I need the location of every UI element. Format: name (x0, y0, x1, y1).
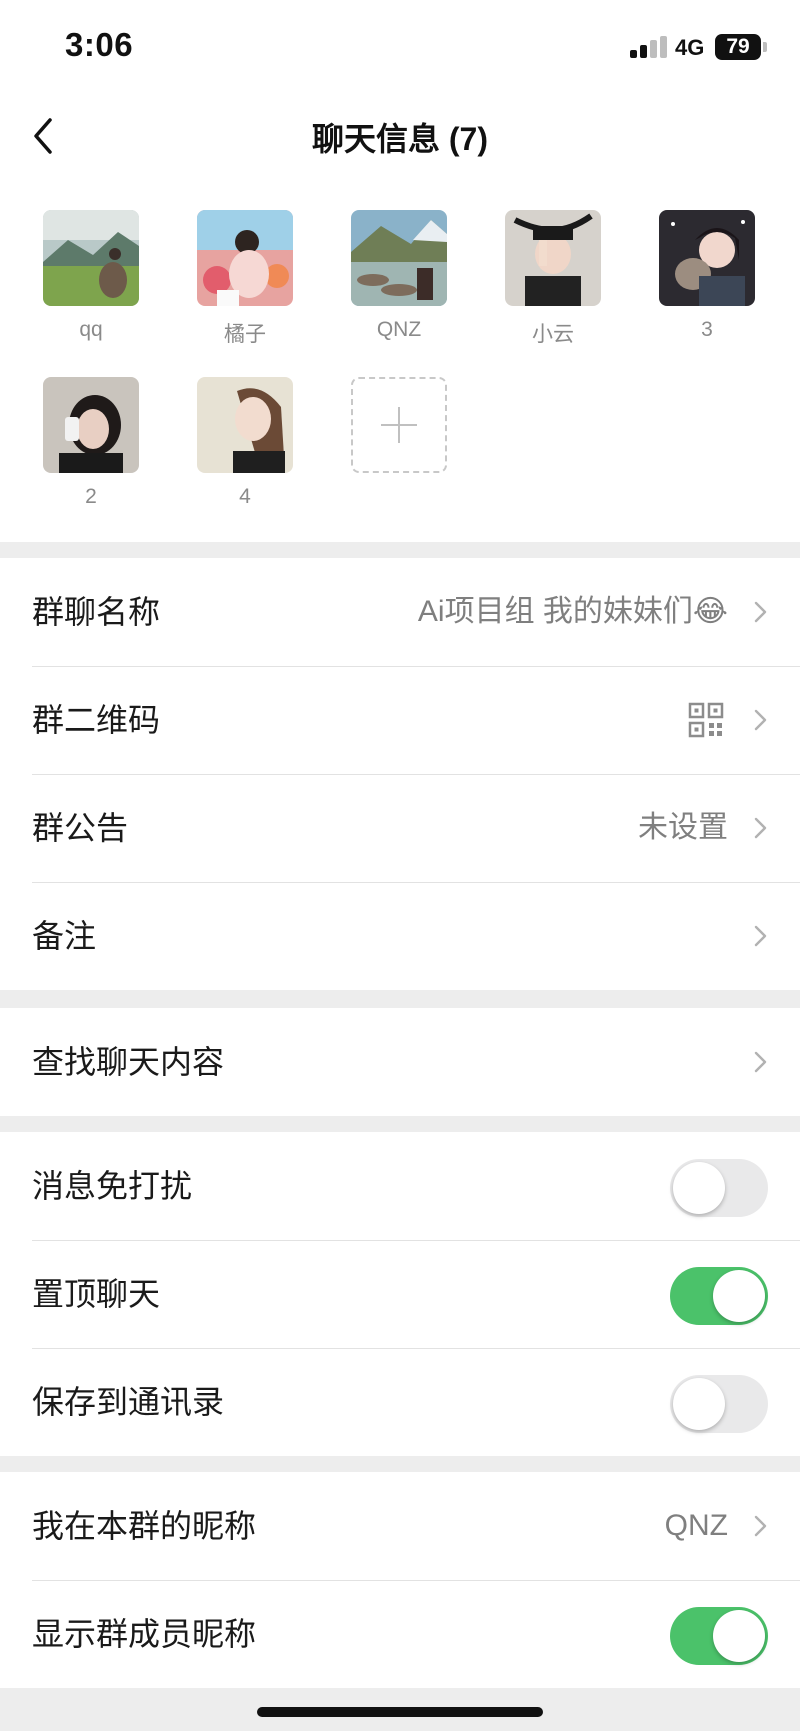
search-chat-label: 查找聊天内容 (32, 1044, 225, 1080)
show-nicknames-toggle[interactable] (670, 1607, 768, 1665)
add-member-button[interactable] (339, 377, 459, 473)
pin-label: 置顶聊天 (32, 1276, 161, 1312)
remark-label: 备注 (32, 918, 97, 954)
chevron-right-icon (754, 709, 767, 731)
nickname-section: 我在本群的昵称 QNZ 显示群成员昵称 (0, 1472, 800, 1688)
group-notice-value: 未设置 (638, 811, 728, 844)
show-nicknames-row: 显示群成员昵称 (0, 1580, 800, 1688)
save-contacts-row: 保存到通讯录 (0, 1348, 800, 1456)
nav-bar: 聊天信息 (7) (0, 96, 800, 176)
search-section: 查找聊天内容 (0, 1008, 800, 1116)
avatar (505, 210, 601, 306)
member-item[interactable]: 小云 (493, 210, 613, 348)
mute-label: 消息免打扰 (32, 1168, 193, 1204)
page-title: 聊天信息 (7) (311, 121, 488, 157)
toggle-knob (713, 1610, 765, 1662)
group-info-section: 群聊名称 Ai项目组 我的妹妹们😂 群二维码 群公告 未设置 备注 (0, 558, 800, 990)
my-nickname-row[interactable]: 我在本群的昵称 QNZ (0, 1472, 800, 1580)
status-bar: 3:06 4G 79 (0, 0, 800, 96)
avatar (351, 210, 447, 306)
toggle-section: 消息免打扰 置顶聊天 保存到通讯录 (0, 1132, 800, 1456)
avatar (197, 210, 293, 306)
pin-toggle[interactable] (670, 1267, 768, 1325)
mute-row: 消息免打扰 (0, 1132, 800, 1240)
toggle-knob (673, 1162, 725, 1214)
chevron-right-icon (754, 1051, 767, 1073)
member-name: 橘子 (224, 323, 266, 346)
member-item[interactable]: 3 (647, 210, 767, 342)
member-item[interactable]: qq (31, 210, 151, 342)
status-time: 3:06 (65, 26, 134, 63)
member-name: 3 (701, 318, 713, 341)
signal-icon (630, 36, 668, 58)
home-indicator (257, 1707, 543, 1717)
chevron-right-icon (754, 817, 767, 839)
group-qr-label: 群二维码 (32, 702, 161, 738)
chevron-right-icon (754, 601, 767, 623)
my-nickname-value: QNZ (664, 1509, 728, 1542)
toggle-knob (673, 1378, 725, 1430)
chevron-right-icon (754, 1515, 767, 1537)
my-nickname-label: 我在本群的昵称 (32, 1508, 257, 1544)
member-grid: qq 橘子 QNZ 小云 3 2 4 (0, 176, 800, 542)
mute-toggle[interactable] (670, 1159, 768, 1217)
battery-tip (763, 42, 767, 52)
plus-icon (351, 377, 447, 473)
member-item[interactable]: QNZ (339, 210, 459, 342)
member-item[interactable]: 4 (185, 377, 305, 509)
member-name: QNZ (376, 318, 422, 341)
avatar (659, 210, 755, 306)
group-qr-row[interactable]: 群二维码 (0, 666, 800, 774)
member-name: 4 (239, 485, 251, 508)
member-name: 小云 (532, 323, 574, 346)
group-name-value: Ai项目组 我的妹妹们😂 (417, 595, 728, 628)
avatar (43, 377, 139, 473)
group-notice-row[interactable]: 群公告 未设置 (0, 774, 800, 882)
group-notice-label: 群公告 (32, 810, 129, 846)
toggle-knob (713, 1270, 765, 1322)
group-name-label: 群聊名称 (32, 594, 161, 630)
avatar (197, 377, 293, 473)
battery-icon: 79 (715, 34, 761, 60)
member-name: qq (79, 318, 103, 341)
search-chat-row[interactable]: 查找聊天内容 (0, 1008, 800, 1116)
save-contacts-toggle[interactable] (670, 1375, 768, 1433)
pin-row: 置顶聊天 (0, 1240, 800, 1348)
chevron-right-icon (754, 925, 767, 947)
avatar (43, 210, 139, 306)
network-type: 4G (675, 35, 705, 60)
member-name: 2 (85, 485, 97, 508)
save-contacts-label: 保存到通讯录 (32, 1384, 225, 1420)
group-name-row[interactable]: 群聊名称 Ai项目组 我的妹妹们😂 (0, 558, 800, 666)
qr-code-icon (688, 702, 724, 738)
remark-row[interactable]: 备注 (0, 882, 800, 990)
show-nicknames-label: 显示群成员昵称 (32, 1616, 257, 1652)
chat-info-screen: 3:06 4G 79 聊天信息 (7) qq 橘子 QNZ 小云 3 2 4 群… (0, 0, 800, 1731)
member-item[interactable]: 2 (31, 377, 151, 509)
member-item[interactable]: 橘子 (185, 210, 305, 348)
